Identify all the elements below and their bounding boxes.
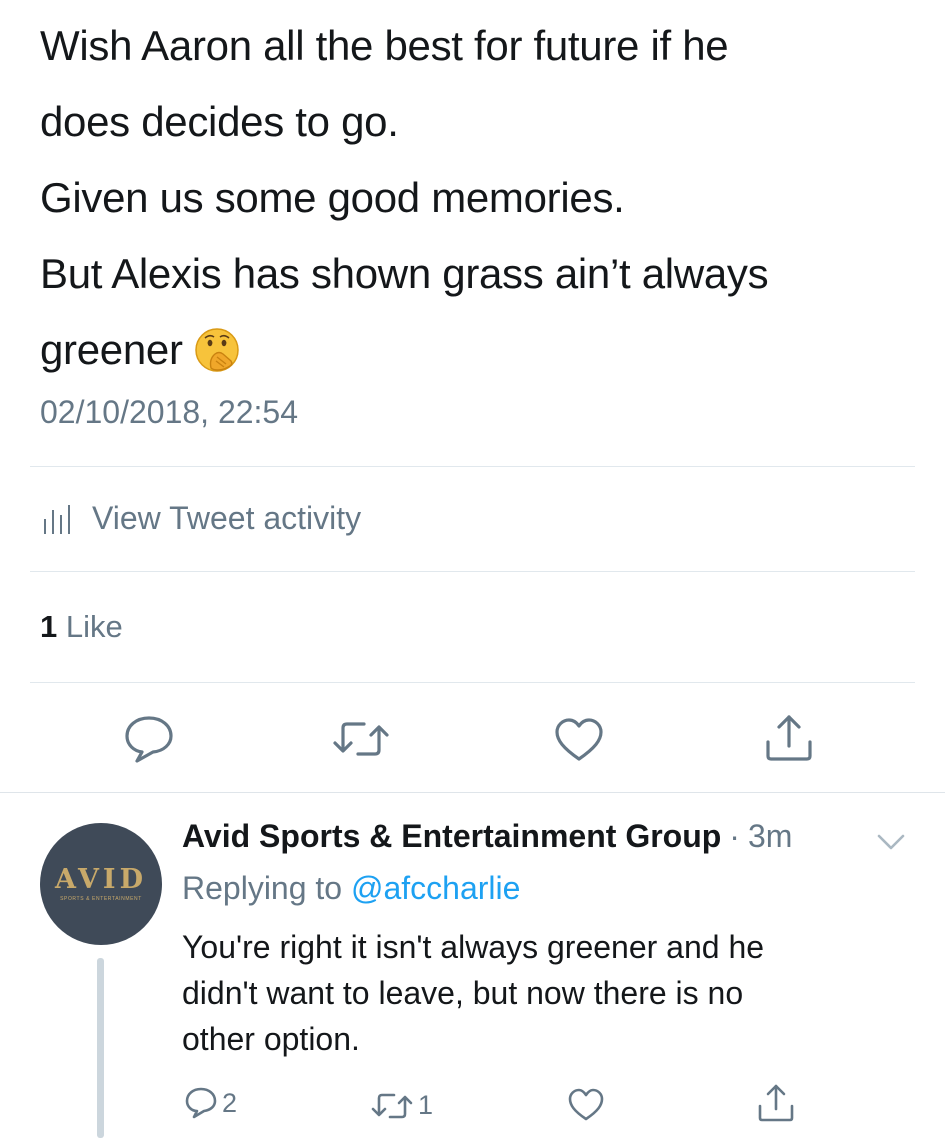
avatar-logo-word: AVID	[55, 864, 147, 895]
tweet-line: But Alexis has shown grass ain’t always	[40, 250, 769, 297]
retweet-button[interactable]	[331, 718, 391, 760]
likes-summary[interactable]: 1 Like	[40, 609, 123, 645]
retweet-icon	[333, 722, 389, 756]
reply-retweet-button[interactable]: 1	[370, 1090, 433, 1121]
like-button[interactable]	[553, 717, 605, 763]
share-button[interactable]	[763, 712, 815, 764]
divider	[30, 682, 915, 683]
reply-text: You're right it isn't always greener and…	[182, 924, 882, 1062]
tweet-line: greener	[40, 326, 183, 373]
likes-count: 1	[40, 609, 58, 644]
reply-action-bar: 2 1	[0, 1084, 945, 1126]
replying-prefix: Replying to	[182, 870, 343, 906]
heart-icon	[568, 1088, 604, 1121]
divider	[0, 792, 945, 793]
avatar[interactable]: AVID SPORTS & ENTERTAINMENT	[40, 823, 162, 945]
reply-line: didn't want to leave, but now there is n…	[182, 975, 744, 1011]
more-options-button[interactable]	[876, 833, 906, 856]
replying-to: Replying to @afccharlie	[182, 870, 520, 907]
divider	[30, 571, 915, 572]
reply-reply-button[interactable]: 2	[184, 1086, 237, 1120]
tweet-line: Wish Aaron all the best for future if he	[40, 22, 729, 69]
face-with-hand-over-mouth-icon	[194, 328, 239, 372]
tweet-text: Wish Aaron all the best for future if he…	[40, 8, 920, 388]
retweet-count: 1	[418, 1090, 434, 1120]
reply-share-button[interactable]	[756, 1082, 796, 1124]
reply-age: 3m	[747, 818, 793, 854]
chevron-down-icon	[877, 834, 905, 850]
tweet-timestamp: 02/10/2018, 22:54	[40, 394, 299, 430]
tweet-line: does decides to go.	[40, 98, 399, 145]
replying-handle-link[interactable]: @afccharlie	[351, 870, 520, 906]
reply-line: You're right it isn't always greener and…	[182, 929, 765, 965]
reply-count: 2	[222, 1087, 238, 1118]
reply-line: other option.	[182, 1021, 360, 1057]
heart-icon	[555, 718, 603, 761]
reply-like-button[interactable]	[567, 1088, 605, 1122]
likes-label: Like	[65, 609, 123, 644]
reply-icon	[125, 716, 173, 763]
reply-separator: ·	[729, 818, 740, 854]
bar-chart-icon	[44, 504, 70, 534]
tweet-line-with-emoji: greener	[40, 312, 920, 388]
share-icon	[758, 1084, 794, 1122]
reply-author-name[interactable]: Avid Sports & Entertainment Group	[182, 818, 721, 855]
view-tweet-activity-label: View Tweet activity	[92, 500, 362, 536]
view-tweet-activity-link[interactable]: View Tweet activity	[42, 500, 361, 537]
reply-icon	[185, 1087, 217, 1119]
tweet-line: Given us some good memories.	[40, 174, 625, 221]
divider	[30, 466, 915, 467]
reply-header: Avid Sports & Entertainment Group · 3m	[182, 818, 792, 855]
retweet-icon	[371, 1093, 413, 1118]
share-icon	[766, 715, 812, 761]
avatar-logo-subtitle: SPORTS & ENTERTAINMENT	[60, 896, 142, 902]
reply-button[interactable]	[123, 714, 175, 764]
tweet-action-bar	[0, 712, 945, 766]
